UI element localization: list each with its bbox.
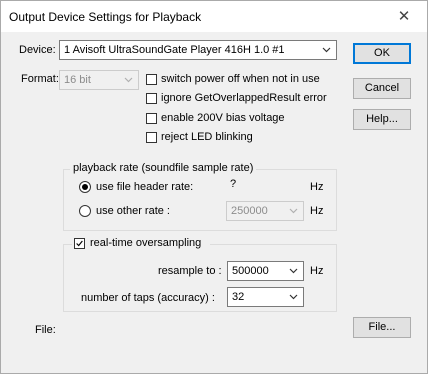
oversampling-label: real-time oversampling bbox=[90, 237, 202, 249]
file-button[interactable]: File... bbox=[353, 317, 411, 338]
enable-bias-voltage-label: enable 200V bias voltage bbox=[161, 112, 285, 124]
header-rate-value: ? bbox=[230, 178, 237, 190]
playback-rate-group bbox=[63, 169, 337, 231]
switch-power-off-label: switch power off when not in use bbox=[161, 73, 320, 85]
ok-button[interactable]: OK bbox=[353, 43, 411, 64]
reject-led-blinking-label: reject LED blinking bbox=[161, 131, 253, 143]
ignore-overlapped-error-checkbox[interactable] bbox=[146, 93, 157, 104]
format-select-value: 16 bit bbox=[64, 74, 91, 86]
taps-label: number of taps (accuracy) : bbox=[81, 292, 215, 304]
cancel-button[interactable]: Cancel bbox=[353, 78, 411, 99]
device-select[interactable]: 1 Avisoft UltraSoundGate Player 416H 1.0… bbox=[59, 40, 337, 60]
use-header-rate-radio[interactable] bbox=[79, 181, 91, 193]
resample-label: resample to : bbox=[158, 265, 222, 277]
format-select[interactable]: 16 bit bbox=[59, 70, 139, 90]
taps-select[interactable]: 32 bbox=[227, 287, 304, 307]
device-select-value: 1 Avisoft UltraSoundGate Player 416H 1.0… bbox=[64, 44, 285, 56]
use-header-rate-label: use file header rate: bbox=[96, 181, 194, 193]
playback-rate-group-title: playback rate (soundfile sample rate) bbox=[70, 162, 257, 174]
oversampling-checkbox[interactable] bbox=[74, 238, 85, 249]
title-bar: Output Device Settings for Playback ✕ bbox=[1, 1, 427, 32]
dialog-window: Output Device Settings for Playback ✕ De… bbox=[0, 0, 428, 374]
device-label: Device: bbox=[19, 44, 56, 56]
window-title: Output Device Settings for Playback bbox=[9, 10, 202, 24]
chevron-down-icon bbox=[124, 77, 133, 83]
oversampling-title-area: real-time oversampling bbox=[72, 237, 210, 251]
resample-value: 500000 bbox=[232, 265, 269, 277]
other-rate-value: 250000 bbox=[231, 205, 268, 217]
header-rate-unit: Hz bbox=[310, 181, 324, 193]
use-other-rate-label: use other rate : bbox=[96, 205, 170, 217]
other-rate-select[interactable]: 250000 bbox=[226, 201, 304, 221]
switch-power-off-checkbox[interactable] bbox=[146, 74, 157, 85]
resample-select[interactable]: 500000 bbox=[227, 261, 304, 281]
enable-bias-voltage-checkbox[interactable] bbox=[146, 113, 157, 124]
other-rate-unit: Hz bbox=[310, 205, 324, 217]
help-button[interactable]: Help... bbox=[353, 109, 411, 130]
reject-led-blinking-checkbox[interactable] bbox=[146, 132, 157, 143]
ignore-overlapped-error-label: ignore GetOverlappedResult error bbox=[161, 92, 327, 104]
file-label: File: bbox=[35, 324, 56, 336]
close-icon[interactable]: ✕ bbox=[381, 1, 427, 32]
chevron-down-icon bbox=[322, 47, 331, 53]
chevron-down-icon bbox=[289, 208, 298, 214]
chevron-down-icon bbox=[289, 294, 298, 300]
resample-unit: Hz bbox=[310, 265, 324, 277]
chevron-down-icon bbox=[289, 268, 298, 274]
checkmark-icon bbox=[76, 240, 83, 247]
taps-value: 32 bbox=[232, 291, 245, 303]
format-label: Format: bbox=[21, 73, 59, 85]
use-other-rate-radio[interactable] bbox=[79, 205, 91, 217]
